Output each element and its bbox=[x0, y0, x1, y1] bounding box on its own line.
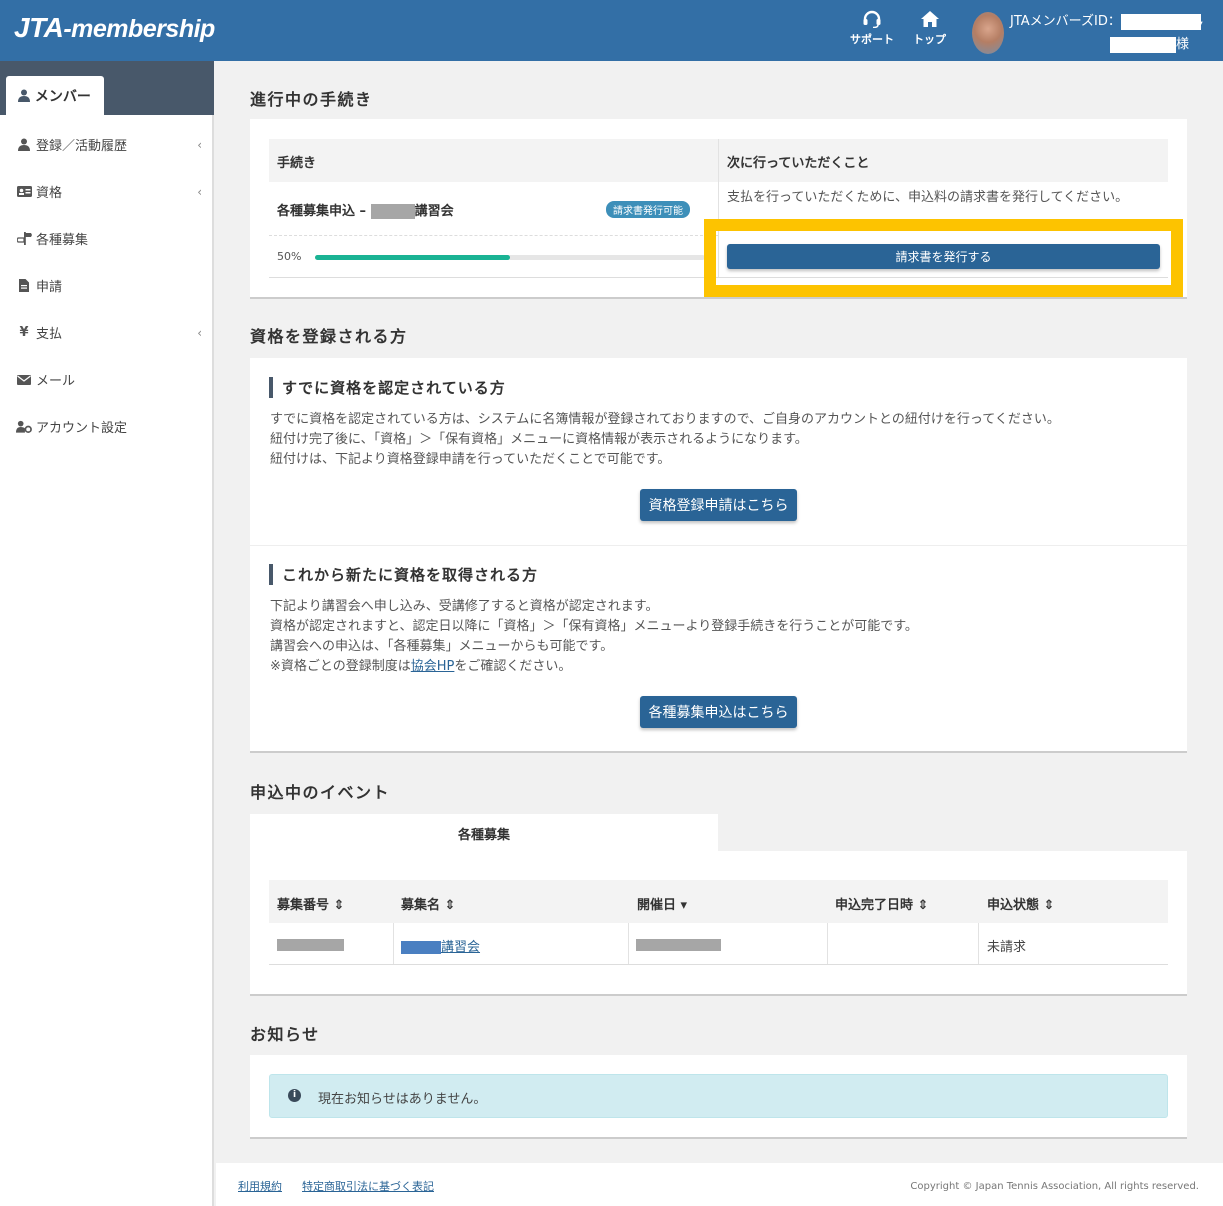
sidebar-item-qualification[interactable]: 資格 ‹ bbox=[16, 182, 202, 201]
col-status[interactable]: 申込状態 ⇕ bbox=[987, 894, 1054, 913]
progress-bar bbox=[315, 255, 705, 260]
sidebar-item-recruitment[interactable]: 各種募集 bbox=[16, 229, 202, 248]
user-menu-chevron-icon[interactable]: ▼ bbox=[1195, 20, 1203, 31]
tab-member[interactable]: メンバー bbox=[6, 76, 104, 115]
jta-membership-logo[interactable]: JTA-membership bbox=[14, 12, 215, 44]
certified-heading: すでに資格を認定されている方 bbox=[269, 377, 506, 398]
headset-icon bbox=[863, 10, 881, 28]
info-icon: i bbox=[288, 1089, 301, 1102]
chevron-left-icon: ‹ bbox=[197, 325, 202, 340]
yen-icon: ¥ bbox=[19, 325, 29, 340]
association-hp-link[interactable]: 協会HP bbox=[411, 659, 455, 674]
user-cog-icon bbox=[16, 420, 32, 433]
divider bbox=[250, 545, 1187, 546]
user-icon bbox=[18, 89, 30, 102]
chevron-left-icon: ‹ bbox=[197, 184, 202, 199]
progress-bar-fill bbox=[315, 255, 510, 260]
events-title: 申込中のイベント bbox=[250, 783, 391, 802]
procedures-title: 進行中の手続き bbox=[250, 90, 373, 109]
procedure-name: 各種募集申込 – 講習会 bbox=[277, 204, 454, 219]
sidebar-item-payment[interactable]: ¥ 支払 ‹ bbox=[16, 323, 202, 342]
sidebar-item-account-settings[interactable]: アカウント設定 bbox=[16, 417, 202, 436]
row-divider bbox=[269, 964, 1168, 965]
col-next-action: 次に行っていただくこと bbox=[727, 156, 870, 171]
redacted-user-name bbox=[1110, 36, 1176, 53]
cell-divider bbox=[827, 923, 828, 964]
redacted-event-name bbox=[401, 941, 441, 954]
new-qualification-heading: これから新たに資格を取得される方 bbox=[269, 564, 538, 585]
row-divider bbox=[269, 235, 718, 236]
new-qualification-description: 下記より講習会へ申し込み、受講修了すると資格が認定されます。 資格が認定されます… bbox=[270, 599, 918, 674]
progress-label: 50% bbox=[277, 250, 302, 263]
redacted-event-date bbox=[636, 939, 721, 951]
qualification-register-button[interactable]: 資格登録申請はこちら bbox=[640, 489, 797, 521]
top-header: JTA-membership サポート トップ JTAメンバーズID： 様 ▼ bbox=[0, 0, 1223, 61]
signpost-icon bbox=[16, 232, 32, 245]
top-label: トップ bbox=[913, 33, 946, 46]
qualification-title: 資格を登録される方 bbox=[250, 327, 408, 346]
envelope-icon bbox=[16, 374, 32, 385]
cell-divider bbox=[628, 923, 629, 964]
events-card bbox=[250, 851, 1187, 996]
notice-empty-text: 現在お知らせはありません。 bbox=[318, 1092, 487, 1107]
file-icon bbox=[16, 279, 32, 292]
notices-title: お知らせ bbox=[250, 1025, 320, 1044]
recruitment-apply-button[interactable]: 各種募集申込はこちら bbox=[640, 696, 797, 728]
issue-invoice-button[interactable]: 請求書を発行する bbox=[727, 244, 1160, 269]
user-name-display: 様 bbox=[1110, 33, 1189, 53]
redacted-recruitment-number bbox=[277, 939, 344, 951]
copyright: Copyright © Japan Tennis Association, Al… bbox=[910, 1181, 1199, 1192]
commerce-law-link[interactable]: 特定商取引法に基づく表記 bbox=[302, 1178, 434, 1194]
sidebar-item-application[interactable]: 申請 bbox=[16, 276, 202, 295]
recruitment-name-link[interactable]: 講習会 bbox=[401, 936, 480, 955]
user-id-display: JTAメンバーズID： bbox=[1010, 10, 1201, 30]
cell-divider bbox=[978, 923, 979, 964]
support-nav-button[interactable]: サポート bbox=[850, 10, 894, 47]
terms-link[interactable]: 利用規約 bbox=[238, 1178, 282, 1194]
sidebar-item-history[interactable]: 登録／活動履歴 ‹ bbox=[16, 135, 202, 154]
chevron-left-icon: ‹ bbox=[197, 137, 202, 152]
redacted-user-id bbox=[1120, 13, 1201, 30]
user-icon bbox=[16, 138, 32, 151]
col-procedure: 手続き bbox=[277, 156, 317, 171]
sidebar-item-mail[interactable]: メール bbox=[16, 370, 202, 389]
id-card-icon bbox=[16, 186, 32, 197]
status-badge: 請求書発行可能 bbox=[606, 201, 690, 218]
sidebar: メンバー 登録／活動履歴 ‹ 資格 ‹ 各種募集 申請 ¥ 支払 ‹ メール ア… bbox=[0, 61, 214, 1206]
footer: 利用規約 特定商取引法に基づく表記 Copyright © Japan Tenn… bbox=[216, 1163, 1223, 1206]
col-event-date[interactable]: 開催日 ▾ bbox=[637, 894, 687, 913]
support-label: サポート bbox=[850, 33, 894, 46]
notice-alert: i 現在お知らせはありません。 bbox=[269, 1074, 1168, 1118]
certified-description: すでに資格を認定されている方は、システムに名簿情報が登録されておりますので、ご自… bbox=[270, 412, 1060, 467]
sidebar-tab-bar: メンバー bbox=[0, 61, 214, 115]
top-nav-button[interactable]: トップ bbox=[913, 10, 946, 47]
next-action-text: 支払を行っていただくために、申込料の請求書を発行してください。 bbox=[727, 190, 1129, 205]
col-recruitment-number[interactable]: 募集番号 ⇕ bbox=[277, 894, 344, 913]
tab-recruitment[interactable]: 各種募集 bbox=[250, 814, 718, 851]
col-completed-at[interactable]: 申込完了日時 ⇕ bbox=[835, 894, 928, 913]
avatar[interactable] bbox=[972, 12, 1004, 54]
home-icon bbox=[920, 11, 939, 27]
cell-divider bbox=[393, 923, 394, 964]
status-cell: 未請求 bbox=[987, 940, 1027, 955]
redacted-event-name bbox=[370, 204, 415, 219]
col-recruitment-name[interactable]: 募集名 ⇕ bbox=[401, 894, 455, 913]
